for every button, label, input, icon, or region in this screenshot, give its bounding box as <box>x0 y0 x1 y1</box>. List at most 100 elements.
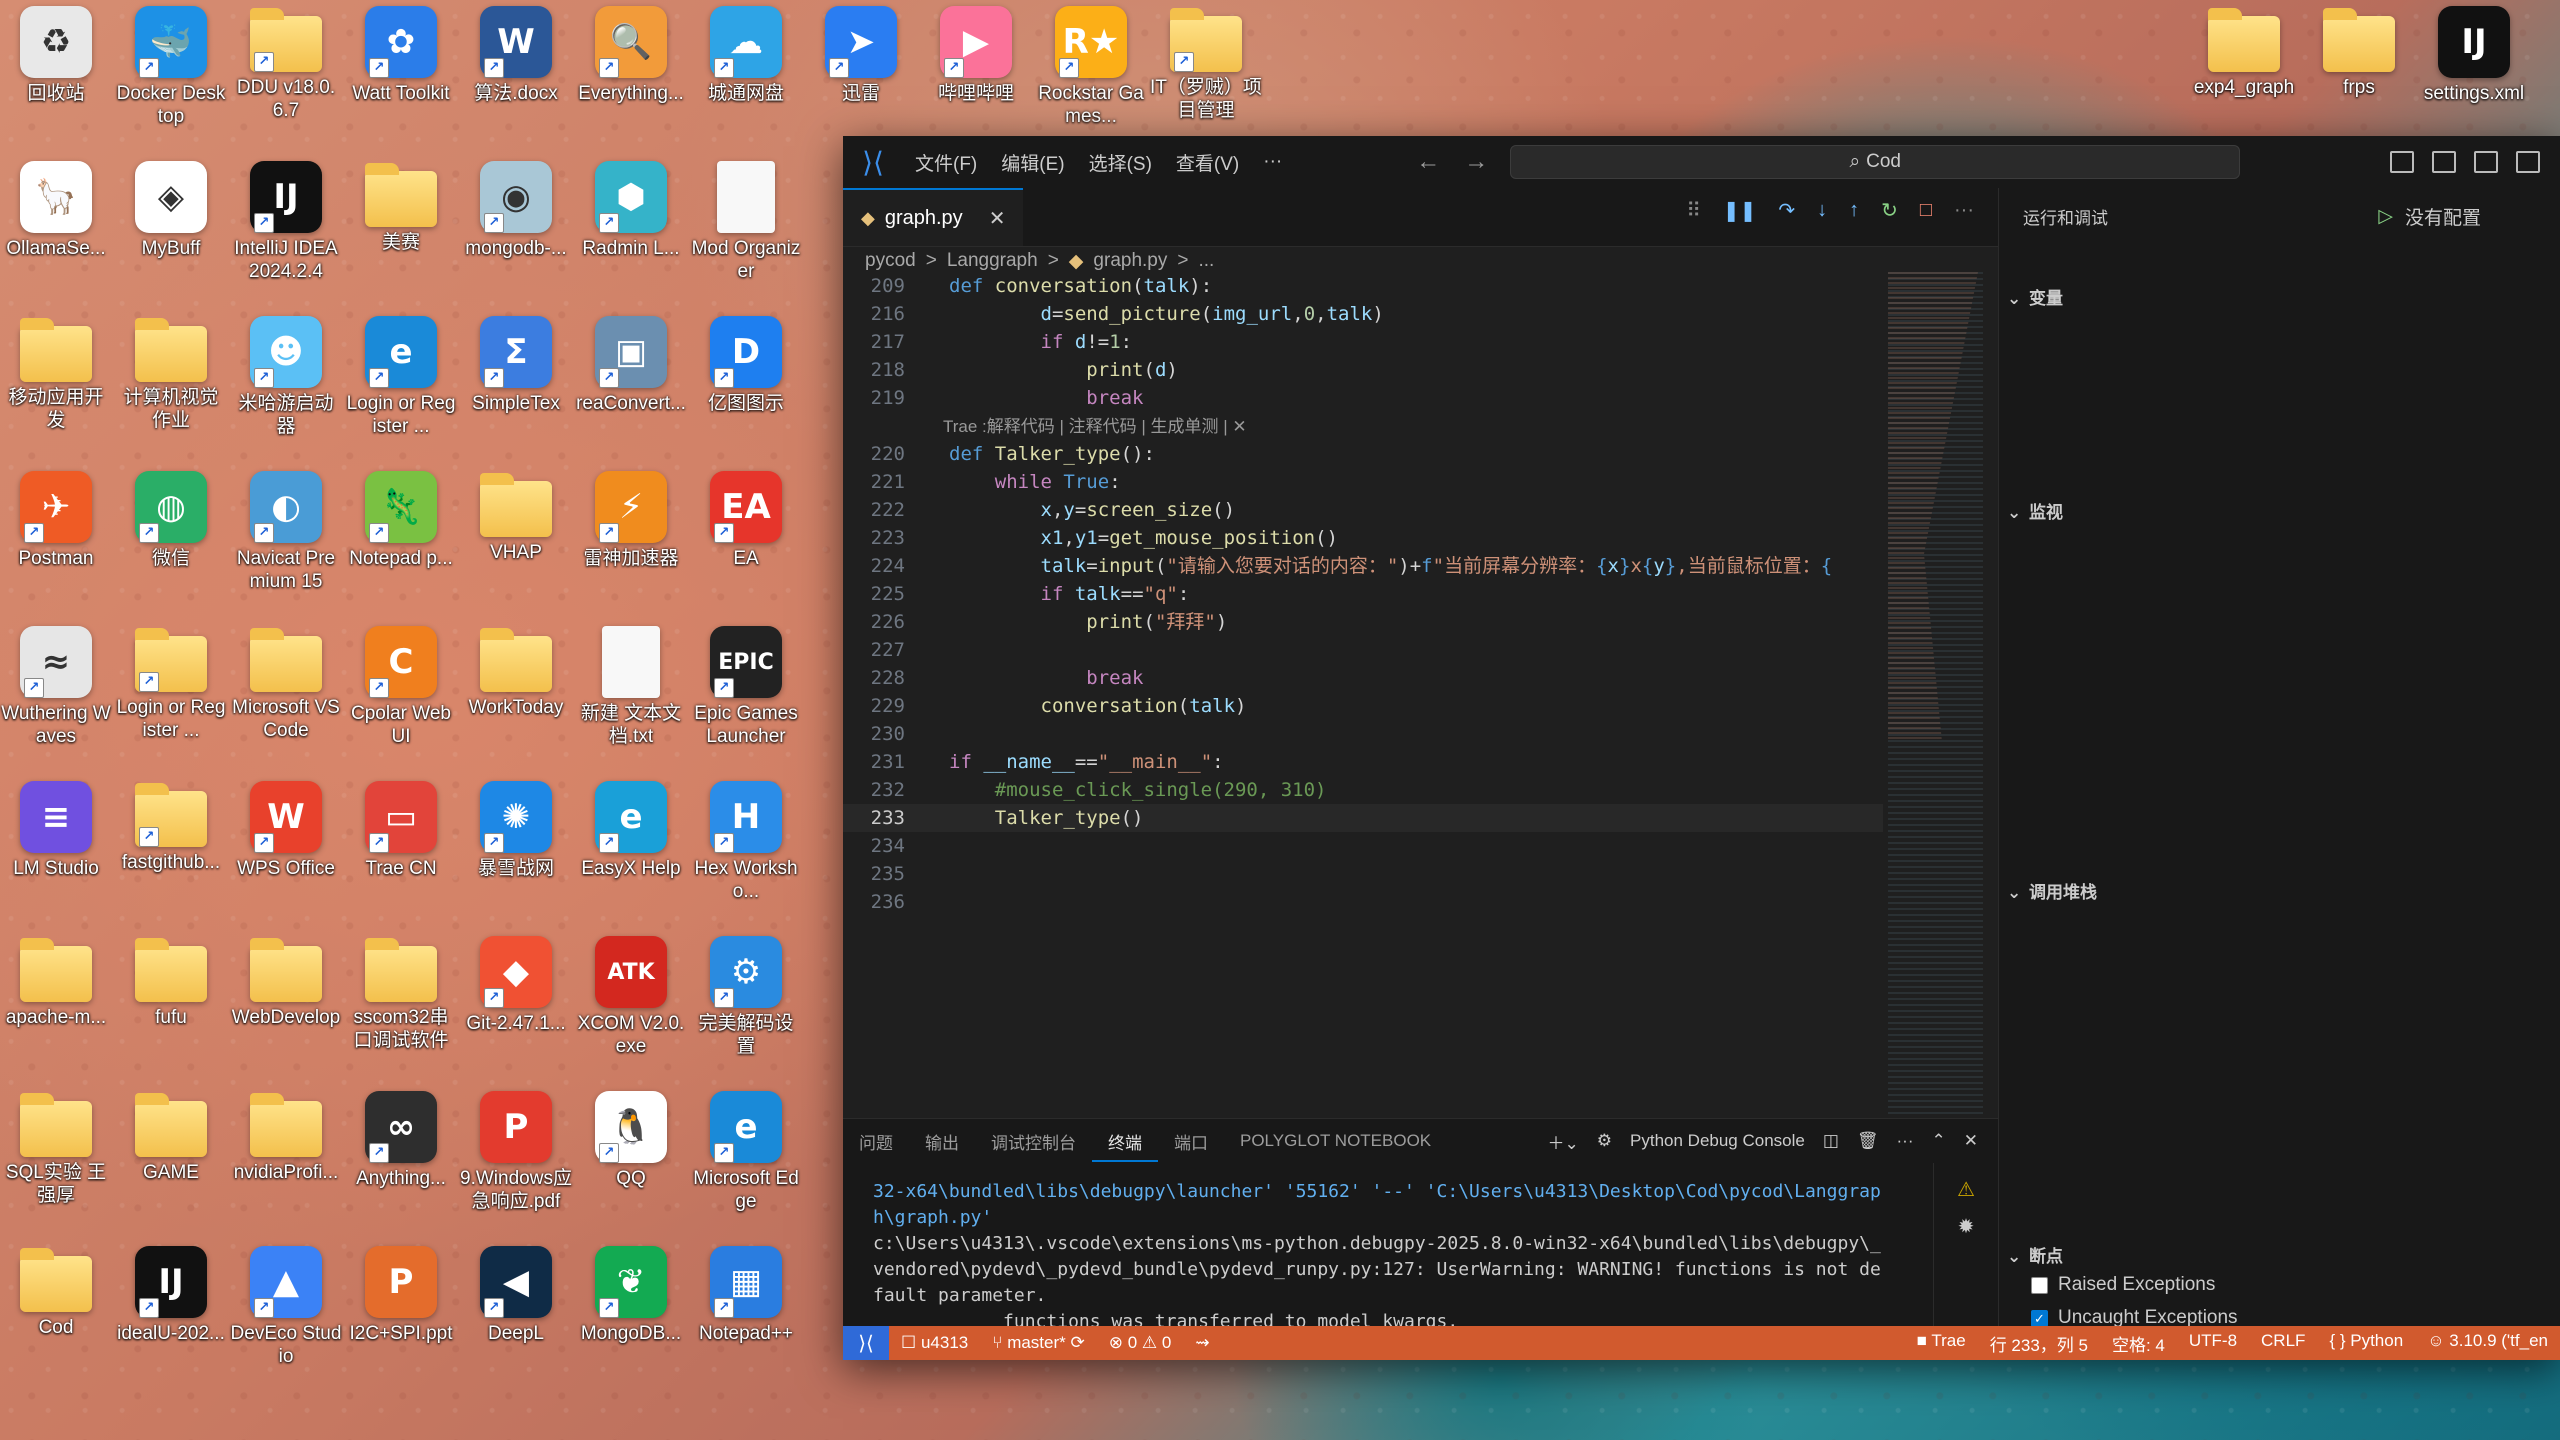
code-line[interactable]: 230 <box>843 720 1883 748</box>
desktop-icon[interactable]: ▭ ↗ Trae CN <box>345 775 457 880</box>
desktop-icon[interactable]: ATK XCOM V2.0.exe <box>575 930 687 1058</box>
code-line[interactable]: 231 if __name__=="__main__": <box>843 748 1883 776</box>
minimap[interactable] <box>1888 272 1983 1118</box>
debug-icon[interactable]: ✹ <box>1958 1214 1975 1239</box>
desktop-icon[interactable]: WebDevelop <box>230 930 342 1029</box>
desktop-icon[interactable]: ▶ ↗ 哔哩哔哩 <box>920 0 1032 105</box>
desktop-icon[interactable]: ⚡ ↗ 雷神加速器 <box>575 465 687 570</box>
desktop-icon[interactable]: ↗ Login or Register ... <box>115 620 227 742</box>
section-watch[interactable]: ⌄ 监视 <box>2007 498 2063 523</box>
desktop-icon[interactable]: 美赛 <box>345 155 457 254</box>
status-interpreter[interactable]: ☺ 3.10.9 ('tf_en <box>2415 1331 2560 1356</box>
code-line[interactable]: 234 <box>843 832 1883 860</box>
desktop-icon[interactable]: ∞ ↗ Anything... <box>345 1085 457 1190</box>
more-icon[interactable]: ··· <box>1897 1131 1914 1151</box>
section-call-stack[interactable]: ⌄ 调用堆栈 <box>2007 878 2097 903</box>
desktop-icon[interactable]: 新建 文本文档.txt <box>575 620 687 748</box>
checkbox[interactable]: ✓ <box>2031 1309 2048 1327</box>
new-terminal-icon[interactable]: ＋⌄ <box>1548 1129 1579 1154</box>
toggle-secondary-sidebar-icon[interactable] <box>2516 151 2540 173</box>
code-line[interactable]: 228 break <box>843 664 1883 692</box>
desktop-icon[interactable]: ⚙ ↗ 完美解码设置 <box>690 930 802 1058</box>
breadcrumb-folder-pycod[interactable]: pycod <box>865 250 916 272</box>
desktop-icon[interactable]: ☁ ↗ 城通网盘 <box>690 0 802 105</box>
stop-icon[interactable]: □ <box>1920 199 1932 222</box>
tab-debug-console[interactable]: 调试控制台 <box>975 1129 1092 1154</box>
restart-icon[interactable]: ↻ <box>1881 198 1898 223</box>
desktop-icon[interactable]: 🦙 OllamaSe... <box>0 155 112 260</box>
desktop-icon[interactable]: ◈ MyBuff <box>115 155 227 260</box>
tab-polyglot-notebook[interactable]: POLYGLOT NOTEBOOK <box>1224 1131 1447 1151</box>
status-branch[interactable]: ⑂ master* ⟳ <box>980 1333 1097 1353</box>
menu-more[interactable]: ··· <box>1251 151 1294 173</box>
step-into-icon[interactable]: ↓ <box>1817 199 1827 222</box>
status-position[interactable]: 行 233，列 5 <box>1978 1331 2100 1356</box>
desktop-icon[interactable]: EPIC ↗ Epic Games Launcher <box>690 620 802 748</box>
desktop-icon[interactable]: IJ ↗ idealU-202... <box>115 1240 227 1345</box>
desktop-icon[interactable]: e ↗ Microsoft Edge <box>690 1085 802 1213</box>
desktop-icon[interactable]: IJ ↗ IntelliJ IDEA 2024.2.4 <box>230 155 342 283</box>
status-trae[interactable]: ■ Trae <box>1905 1331 1978 1356</box>
code-line[interactable]: 222 x,y=screen_size() <box>843 496 1883 524</box>
desktop-icon[interactable]: P 9.Windows应急响应.pdf <box>460 1085 572 1213</box>
split-terminal-icon[interactable]: ◫ <box>1823 1131 1839 1151</box>
maximize-panel-icon[interactable]: ⌃ <box>1932 1131 1946 1151</box>
code-line[interactable]: 233 Talker_type() <box>843 804 1883 832</box>
desktop-icon[interactable]: frps <box>2303 0 2415 99</box>
desktop-icon[interactable]: ▣ ↗ reaConvert... <box>575 310 687 415</box>
desktop-icon[interactable]: Cod <box>0 1240 112 1339</box>
status-user[interactable]: ☐ u4313 <box>889 1333 980 1353</box>
code-line[interactable]: 236 <box>843 888 1883 916</box>
status-eol[interactable]: CRLF <box>2249 1331 2317 1356</box>
step-over-icon[interactable]: ↷ <box>1778 198 1795 223</box>
desktop-icon[interactable]: H ↗ Hex Worksho... <box>690 775 802 903</box>
desktop-icon[interactable]: 🦎 ↗ Notepad p... <box>345 465 457 570</box>
code-editor[interactable]: 209 def conversation(talk): 216 d=send_pic… <box>843 272 1998 1118</box>
desktop-icon[interactable]: Mod Organizer <box>690 155 802 283</box>
code-line[interactable]: 218 print(d) <box>843 356 1883 384</box>
console-name[interactable]: Python Debug Console <box>1630 1131 1805 1151</box>
desktop-icon[interactable]: fufu <box>115 930 227 1029</box>
status-encoding[interactable]: UTF-8 <box>2177 1331 2249 1356</box>
desktop-icon[interactable]: nvidiaProfi... <box>230 1085 342 1184</box>
menu-selection[interactable]: 选择(S) <box>1077 149 1164 176</box>
codelens-actions[interactable]: Trae :解释代码 | 注释代码 | 生成单测 | ✕ <box>943 417 1247 436</box>
desktop-icon[interactable]: EA ↗ EA <box>690 465 802 570</box>
code-line[interactable]: 229 conversation(talk) <box>843 692 1883 720</box>
close-icon[interactable]: ✕ <box>989 206 1006 231</box>
desktop-icon[interactable]: ↗ DDU v18.0.6.7 <box>230 0 342 122</box>
breadcrumb-file[interactable]: graph.py <box>1093 250 1167 272</box>
toggle-panel-icon[interactable] <box>2474 151 2498 173</box>
desktop-icon[interactable]: ↗ fastgithub... <box>115 775 227 874</box>
tab-output[interactable]: 输出 <box>909 1129 975 1154</box>
desktop-icon[interactable]: ✈ ↗ Postman <box>0 465 112 570</box>
desktop-icon[interactable]: apache-m... <box>0 930 112 1029</box>
desktop-icon[interactable]: W ↗ 算法.docx <box>460 0 572 105</box>
breadcrumb-symbol[interactable]: ... <box>1198 250 1214 272</box>
desktop-icon[interactable]: e ↗ Login or Register ... <box>345 310 457 438</box>
code-line[interactable]: 209 def conversation(talk): <box>843 272 1883 300</box>
back-arrow-icon[interactable]: ← <box>1404 148 1452 176</box>
remote-icon[interactable]: ⟩⟨ <box>843 1326 889 1360</box>
desktop-icon[interactable]: ◐ ↗ Navicat Premium 15 <box>230 465 342 593</box>
warning-icon[interactable]: ⚠ <box>1957 1177 1975 1202</box>
desktop-icon[interactable]: ☻ ↗ 米哈游启动器 <box>230 310 342 438</box>
pause-icon[interactable]: ❚❚ <box>1723 198 1757 223</box>
desktop-icon[interactable]: W ↗ WPS Office <box>230 775 342 880</box>
desktop-icon[interactable]: WorkToday <box>460 620 572 719</box>
code-line[interactable]: 235 <box>843 860 1883 888</box>
menu-edit[interactable]: 编辑(E) <box>989 149 1076 176</box>
tab-ports[interactable]: 端口 <box>1158 1129 1224 1154</box>
desktop-icon[interactable]: SQL实验 王强厚 <box>0 1085 112 1207</box>
desktop-icon[interactable]: ▲ ↗ DevEco Studio <box>230 1240 342 1368</box>
desktop-icon[interactable]: ➤ ↗ 迅雷 <box>805 0 917 105</box>
run-config-selector[interactable]: ▷ 没有配置 <box>2378 203 2481 230</box>
code-line[interactable]: 219 break <box>843 384 1883 412</box>
code-line[interactable]: 227 <box>843 636 1883 664</box>
code-line[interactable]: 223 x1,y1=get_mouse_position() <box>843 524 1883 552</box>
code-line[interactable]: 217 if d!=1: <box>843 328 1883 356</box>
desktop-icon[interactable]: ⬢ ↗ Radmin L... <box>575 155 687 260</box>
desktop-icon[interactable]: D ↗ 亿图图示 <box>690 310 802 415</box>
command-center-search[interactable]: ⌕ Cod <box>1510 145 2241 179</box>
play-icon[interactable]: ▷ <box>2378 205 2393 228</box>
